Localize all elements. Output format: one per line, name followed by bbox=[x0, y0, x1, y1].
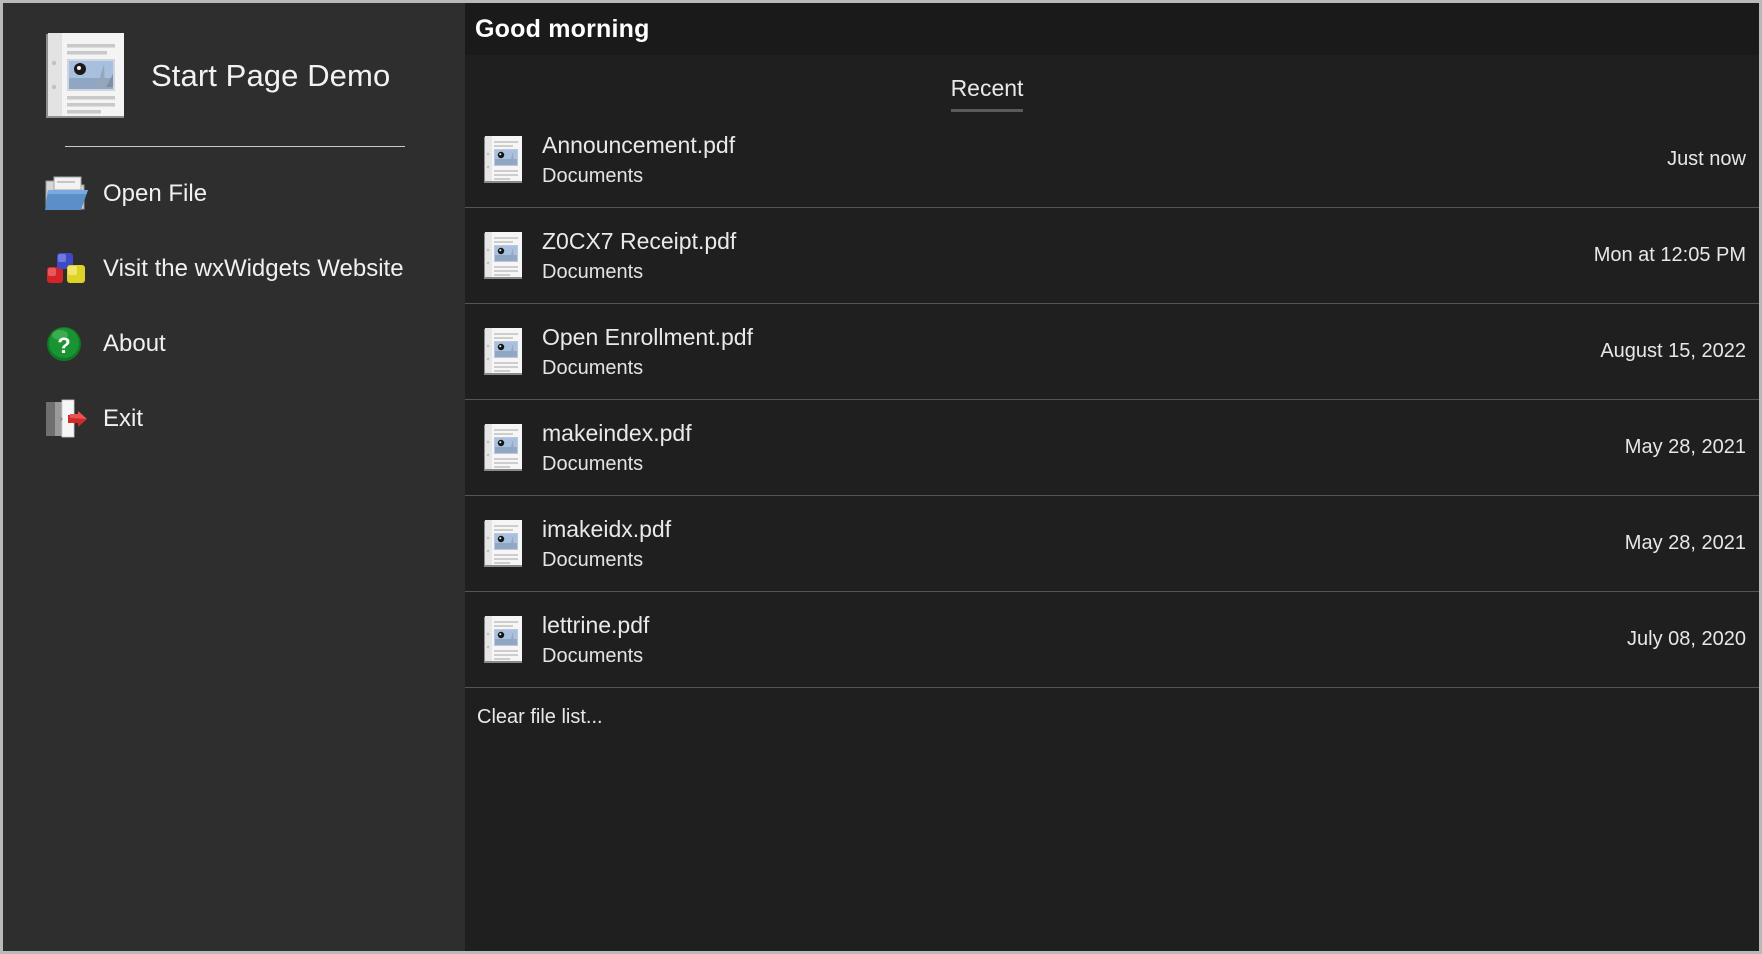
sidebar-item-open-file[interactable]: Open File bbox=[3, 169, 465, 219]
table-row[interactable]: Open Enrollment.pdf Documents August 15,… bbox=[465, 304, 1759, 400]
tab-recent[interactable]: Recent bbox=[950, 75, 1024, 112]
pdf-document-icon bbox=[482, 135, 524, 185]
sidebar-item-label: Visit the wxWidgets Website bbox=[103, 255, 404, 282]
main-content: Good morning Recent Announcement.pdf Doc… bbox=[465, 3, 1759, 951]
file-name: Open Enrollment.pdf bbox=[542, 323, 753, 350]
sidebar-item-exit[interactable]: Exit bbox=[3, 394, 465, 444]
svg-text:?: ? bbox=[57, 333, 70, 358]
file-timestamp: Mon at 12:05 PM bbox=[1593, 244, 1746, 266]
file-info: Z0CX7 Receipt.pdf Documents bbox=[542, 226, 1594, 286]
sidebar-item-about[interactable]: ? About bbox=[3, 319, 465, 369]
file-name: lettrine.pdf bbox=[542, 611, 650, 638]
file-timestamp: May 28, 2021 bbox=[1624, 436, 1746, 458]
file-info: imakeidx.pdf Documents bbox=[542, 514, 1625, 574]
file-timestamp: May 28, 2021 bbox=[1624, 532, 1746, 554]
sidebar-divider bbox=[65, 146, 405, 147]
file-name: Z0CX7 Receipt.pdf bbox=[542, 227, 737, 254]
file-timestamp: Just now bbox=[1667, 148, 1746, 170]
table-row[interactable]: imakeidx.pdf Documents May 28, 2021 bbox=[465, 496, 1759, 592]
table-row[interactable]: Z0CX7 Receipt.pdf Documents Mon at 12:05… bbox=[465, 208, 1759, 304]
file-name: imakeidx.pdf bbox=[542, 515, 672, 542]
app-window: Start Page Demo Open File Visit the wxWi… bbox=[0, 0, 1762, 954]
table-row[interactable]: lettrine.pdf Documents July 08, 2020 bbox=[465, 592, 1759, 688]
greeting-bar: Good morning bbox=[465, 3, 1759, 55]
tab-bar: Recent bbox=[465, 55, 1759, 112]
app-brand: Start Page Demo bbox=[3, 3, 465, 122]
pdf-document-icon bbox=[482, 327, 524, 377]
file-location: Documents bbox=[542, 548, 644, 571]
file-location: Documents bbox=[542, 356, 644, 379]
pdf-document-icon bbox=[482, 519, 524, 569]
file-timestamp: July 08, 2020 bbox=[1627, 628, 1746, 650]
greeting-text: Good morning bbox=[475, 14, 650, 43]
wxwidgets-blocks-icon bbox=[43, 247, 91, 291]
file-info: Announcement.pdf Documents bbox=[542, 130, 1667, 190]
file-location: Documents bbox=[542, 644, 644, 667]
table-row[interactable]: makeindex.pdf Documents May 28, 2021 bbox=[465, 400, 1759, 496]
sidebar-nav: Open File Visit the wxWidgets Website ? … bbox=[3, 169, 465, 444]
door-exit-arrow-icon bbox=[43, 397, 91, 441]
sidebar-item-visit-website[interactable]: Visit the wxWidgets Website bbox=[3, 244, 465, 294]
file-location: Documents bbox=[542, 260, 644, 283]
file-info: makeindex.pdf Documents bbox=[542, 418, 1625, 478]
open-folder-icon bbox=[43, 172, 91, 216]
app-title: Start Page Demo bbox=[151, 58, 391, 93]
file-info: Open Enrollment.pdf Documents bbox=[542, 322, 1600, 382]
sidebar-item-label: About bbox=[103, 330, 166, 357]
clear-file-list-link[interactable]: Clear file list... bbox=[477, 706, 603, 729]
document-page-icon bbox=[43, 30, 127, 122]
file-location: Documents bbox=[542, 164, 644, 187]
pdf-document-icon bbox=[482, 615, 524, 665]
sidebar-item-label: Exit bbox=[103, 405, 144, 432]
recent-file-list: Announcement.pdf Documents Just now Z0CX… bbox=[465, 112, 1759, 688]
pdf-document-icon bbox=[482, 231, 524, 281]
file-location: Documents bbox=[542, 452, 644, 475]
file-info: lettrine.pdf Documents bbox=[542, 610, 1627, 670]
file-timestamp: August 15, 2022 bbox=[1600, 340, 1746, 362]
sidebar-item-label: Open File bbox=[103, 180, 208, 207]
file-name: Announcement.pdf bbox=[542, 131, 736, 158]
clear-file-list-row: Clear file list... bbox=[465, 688, 1759, 746]
sidebar: Start Page Demo Open File Visit the wxWi… bbox=[3, 3, 465, 951]
table-row[interactable]: Announcement.pdf Documents Just now bbox=[465, 112, 1759, 208]
green-question-help-icon: ? bbox=[43, 322, 91, 366]
pdf-document-icon bbox=[482, 423, 524, 473]
file-name: makeindex.pdf bbox=[542, 419, 692, 446]
